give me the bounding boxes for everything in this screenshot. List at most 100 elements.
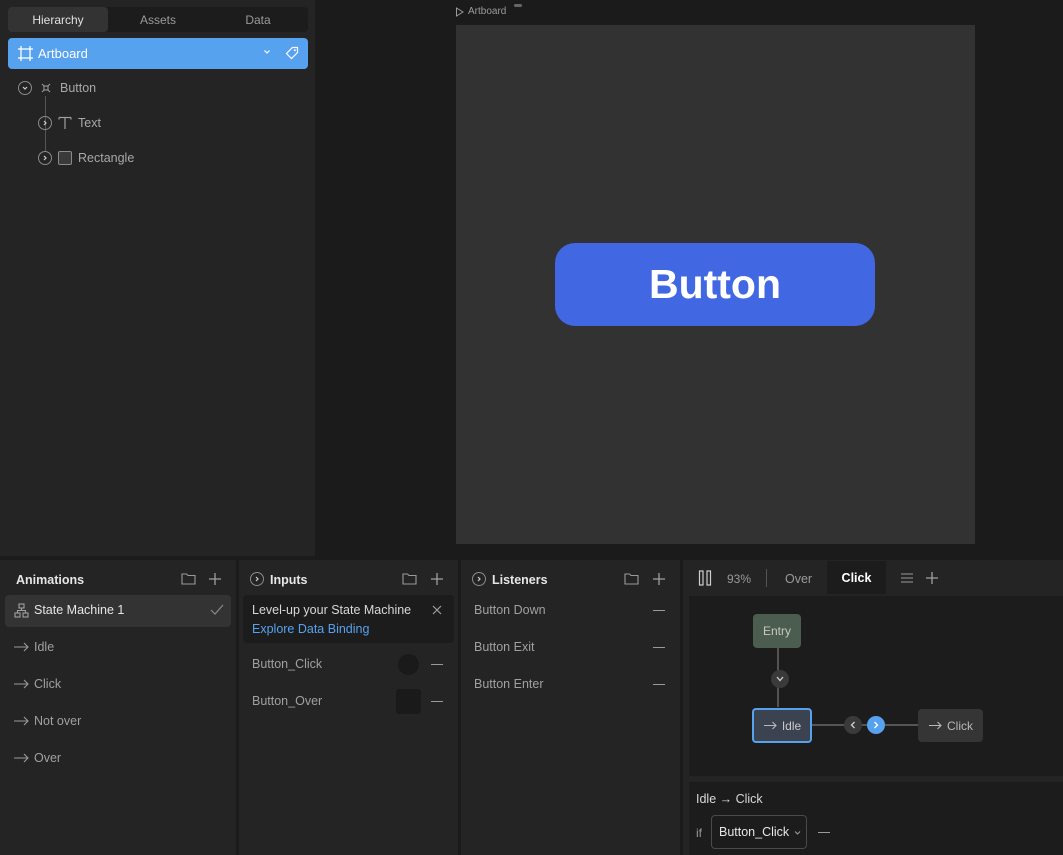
listeners-title: Listeners bbox=[492, 573, 548, 587]
expand-toggle-icon[interactable] bbox=[472, 572, 486, 586]
text-icon bbox=[57, 115, 73, 131]
artboard-icon bbox=[18, 46, 33, 61]
hierarchy-panel: Hierarchy Assets Data Artboard Button Te… bbox=[0, 0, 315, 556]
group-icon bbox=[41, 83, 51, 93]
condition-if-label: if bbox=[696, 826, 702, 840]
inputs-title: Inputs bbox=[270, 573, 308, 587]
arrow-right-icon bbox=[13, 753, 29, 763]
arrow-right-icon bbox=[13, 679, 29, 689]
add-layer-icon[interactable] bbox=[925, 571, 939, 585]
animation-label: Over bbox=[34, 751, 62, 765]
folder-icon[interactable] bbox=[402, 572, 417, 585]
folder-icon[interactable] bbox=[624, 572, 639, 585]
play-icon[interactable] bbox=[455, 6, 464, 17]
toolbar-divider bbox=[766, 569, 767, 587]
animation-item-click[interactable]: Click bbox=[13, 674, 61, 694]
artboard-tag[interactable]: Artboard bbox=[455, 6, 506, 17]
tab-layer-click-label: Click bbox=[841, 570, 872, 585]
tree-item-artboard[interactable]: Artboard bbox=[8, 38, 308, 69]
tree-item-label: Button bbox=[60, 81, 97, 95]
animation-item-not-over[interactable]: Not over bbox=[13, 711, 81, 731]
remove-input-icon[interactable] bbox=[431, 664, 443, 665]
zoom-level[interactable]: 93% bbox=[727, 572, 751, 586]
state-machine-label: State Machine 1 bbox=[34, 603, 125, 617]
state-node-entry[interactable]: Entry bbox=[753, 614, 801, 648]
state-node-label: Entry bbox=[762, 624, 791, 638]
check-icon bbox=[210, 604, 224, 616]
remove-listener-icon[interactable] bbox=[653, 610, 665, 611]
tab-layer-click[interactable]: Click bbox=[827, 561, 886, 594]
close-icon[interactable] bbox=[432, 605, 442, 615]
input-item-button-click[interactable]: Button_Click bbox=[252, 654, 322, 674]
add-listener-icon[interactable] bbox=[652, 572, 666, 586]
expand-toggle-icon[interactable] bbox=[38, 151, 52, 165]
remove-condition-icon[interactable] bbox=[818, 832, 830, 833]
tab-assets[interactable]: Assets bbox=[108, 7, 208, 32]
listener-item-button-enter[interactable]: Button Enter bbox=[474, 674, 544, 694]
listener-item-button-exit[interactable]: Button Exit bbox=[474, 637, 534, 657]
tree-item-rectangle[interactable]: Rectangle bbox=[38, 146, 298, 170]
artboard[interactable]: Button bbox=[456, 25, 975, 544]
menu-icon[interactable] bbox=[901, 572, 913, 584]
arrow-right-icon bbox=[13, 642, 29, 652]
arrow-right-icon bbox=[763, 721, 777, 730]
animation-item-over[interactable]: Over bbox=[13, 748, 61, 768]
animation-item-idle[interactable]: Idle bbox=[13, 637, 54, 657]
chevron-down-icon[interactable] bbox=[263, 48, 271, 56]
arrow-right-icon bbox=[928, 721, 942, 730]
button-graphic-text: Button bbox=[648, 261, 782, 307]
state-node-click[interactable]: Click bbox=[918, 709, 983, 742]
input-label: Button_Over bbox=[252, 694, 323, 708]
listener-label: Button Enter bbox=[474, 677, 544, 691]
tab-layer-over[interactable]: Over bbox=[785, 572, 812, 586]
tab-data[interactable]: Data bbox=[208, 7, 308, 32]
folder-icon[interactable] bbox=[181, 572, 196, 585]
animation-label: Not over bbox=[34, 714, 82, 728]
listener-label: Button Down bbox=[474, 603, 546, 617]
trigger-input-control[interactable] bbox=[398, 654, 419, 675]
arrow-right-icon bbox=[13, 716, 29, 726]
tag-icon[interactable] bbox=[285, 46, 299, 60]
remove-input-icon[interactable] bbox=[431, 701, 443, 702]
expand-toggle-icon[interactable] bbox=[250, 572, 264, 586]
hierarchy-tabs: Hierarchy Assets Data bbox=[8, 7, 308, 32]
state-node-label: Click bbox=[947, 718, 973, 733]
banner-title: Level-up your State Machine bbox=[252, 603, 412, 617]
tree-item-label: Rectangle bbox=[78, 151, 135, 165]
transition-title: Idle → Click bbox=[696, 792, 763, 806]
chevron-down-icon bbox=[794, 829, 801, 836]
add-input-icon[interactable] bbox=[430, 572, 444, 586]
remove-listener-icon[interactable] bbox=[653, 647, 665, 648]
artboard-label: Artboard bbox=[38, 46, 88, 61]
transition-arrow-left-icon[interactable] bbox=[844, 716, 862, 734]
listener-item-button-down[interactable]: Button Down bbox=[474, 600, 546, 620]
collapse-toggle-icon[interactable] bbox=[18, 81, 32, 95]
state-node-idle[interactable]: Idle bbox=[752, 708, 812, 743]
transition-arrow-down-icon[interactable] bbox=[771, 670, 789, 688]
tree-item-text[interactable]: Text bbox=[38, 111, 298, 135]
pause-icon[interactable] bbox=[698, 570, 712, 586]
rectangle-icon bbox=[58, 151, 72, 165]
expand-toggle-icon[interactable] bbox=[38, 116, 52, 130]
graph-edges bbox=[777, 648, 918, 726]
canvas[interactable]: Artboard Button bbox=[320, 0, 1063, 556]
boolean-input-checkbox[interactable] bbox=[396, 689, 421, 714]
input-label: Button_Click bbox=[252, 657, 323, 671]
state-node-label: Idle bbox=[781, 718, 802, 733]
animation-label: Click bbox=[34, 677, 62, 691]
transition-arrow-right-icon[interactable] bbox=[867, 716, 885, 734]
add-animation-icon[interactable] bbox=[208, 572, 222, 586]
animation-label: Idle bbox=[34, 640, 55, 654]
remove-listener-icon[interactable] bbox=[653, 684, 665, 685]
tree-item-label: Text bbox=[78, 116, 101, 130]
input-item-button-over[interactable]: Button_Over bbox=[252, 691, 322, 711]
condition-input-select[interactable]: Button_Click bbox=[711, 815, 807, 849]
tab-hierarchy[interactable]: Hierarchy bbox=[8, 7, 108, 32]
button-graphic[interactable]: Button bbox=[555, 243, 875, 326]
artboard-tag-handle bbox=[514, 4, 522, 7]
state-machine-icon bbox=[14, 603, 29, 618]
tree-item-button[interactable]: Button bbox=[18, 76, 298, 100]
animations-title: Animations bbox=[16, 573, 85, 587]
listener-label: Button Exit bbox=[474, 640, 535, 654]
explore-data-binding-link[interactable]: Explore Data Binding bbox=[252, 622, 369, 636]
